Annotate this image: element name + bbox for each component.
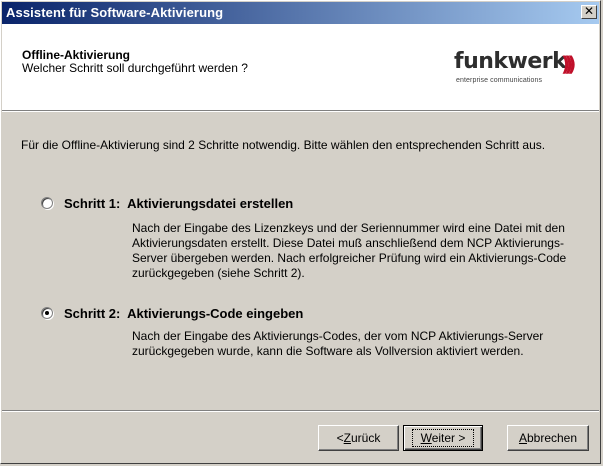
page-title: Offline-Aktivierung — [22, 48, 131, 62]
option-step-1-description: Nach der Eingabe des Lizenzkeys und der … — [132, 221, 567, 280]
radio-selected-dot — [45, 311, 49, 315]
back-button[interactable]: < Zurück — [318, 425, 399, 451]
title-bar[interactable]: Assistent für Software-Aktivierung ✕ — [2, 2, 599, 24]
footer-divider — [2, 410, 599, 412]
logo-waves-icon: ))) — [561, 52, 577, 76]
header-divider — [2, 110, 599, 112]
option-step-2[interactable]: Schritt 2: Aktivierungs-Code eingeben — [41, 305, 303, 321]
option-step-2-description: Nach der Eingabe des Aktivierungs-Codes,… — [132, 329, 544, 358]
wizard-header: Offline-Aktivierung Welcher Schritt soll… — [2, 24, 599, 110]
next-button[interactable]: Weiter > — [403, 425, 483, 451]
logo-tagline: enterprise communications — [456, 77, 543, 84]
funkwerk-logo: funkwerk ))) enterprise communications — [454, 47, 584, 93]
option-step-2-label[interactable]: Schritt 2: Aktivierungs-Code eingeben — [64, 306, 303, 321]
radio-step-2[interactable] — [41, 307, 53, 319]
option-step-1-label[interactable]: Schritt 1: Aktivierungsdatei erstellen — [64, 196, 293, 211]
close-button[interactable]: ✕ — [581, 5, 597, 19]
radio-step-1[interactable] — [41, 197, 53, 209]
option-step-1[interactable]: Schritt 1: Aktivierungsdatei erstellen — [41, 195, 293, 211]
page-subtitle: Welcher Schritt soll durchgeführt werden… — [22, 61, 248, 75]
next-button-focus: Weiter > — [411, 429, 475, 447]
window-title: Assistent für Software-Aktivierung — [6, 5, 224, 20]
logo-wordmark: funkwerk — [454, 49, 567, 74]
cancel-button[interactable]: Abbrechen — [507, 425, 589, 451]
close-icon: ✕ — [583, 4, 595, 18]
wizard-window: Assistent für Software-Aktivierung ✕ Off… — [0, 0, 601, 464]
intro-text: Für die Offline-Aktivierung sind 2 Schri… — [21, 138, 546, 152]
